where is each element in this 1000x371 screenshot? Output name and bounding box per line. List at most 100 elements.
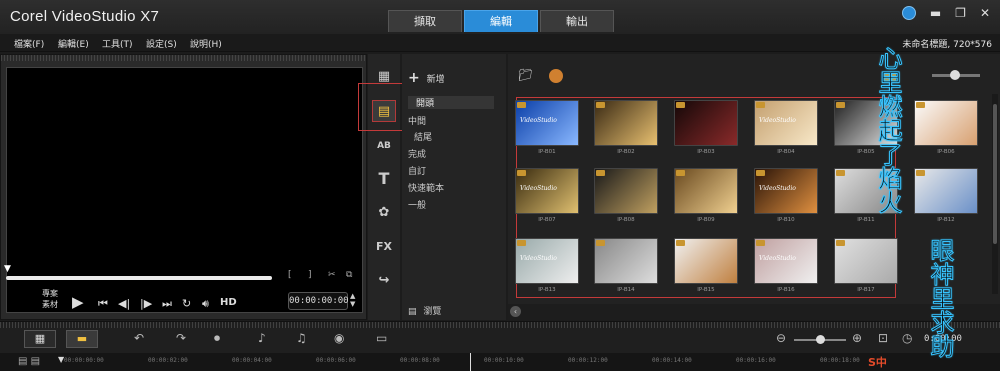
playback-controls: ▶ ⏮ ◀| |▶ ⏭ ↻ 🔊︎ HD 00:00:00:00 ▲ ▼ [0,288,367,316]
mark-in-icon[interactable]: [ [288,270,292,280]
import-icon[interactable] [549,68,564,83]
subtitle-editor-icon[interactable]: ▭ [376,331,387,345]
folder-icon[interactable]: 📁︎ [518,68,533,82]
record-capture-icon[interactable]: ⏺ [214,331,220,346]
hd-toggle[interactable]: HD [220,297,237,308]
category-item[interactable]: 快速範本 [408,181,444,194]
scrubber-handle[interactable]: ▼ [4,264,14,274]
category-item[interactable]: 結尾 [414,130,432,143]
play-icon[interactable]: ▶ [72,293,84,311]
home-icon[interactable]: ⏮ [98,297,108,311]
template-label: IP-B14 [617,287,635,293]
watermark: S中 [868,356,887,369]
storyboard-view-button[interactable]: ▦ [24,330,56,348]
add-category-button[interactable]: + 新增 [408,70,445,86]
menu-edit[interactable]: 編輯(E) [58,37,89,50]
timeline-zoom-slider[interactable] [794,335,846,344]
template-thumbnail[interactable] [594,168,658,214]
collapse-icon[interactable]: ‹ [510,306,521,317]
menu-settings[interactable]: 設定(S) [146,37,177,50]
template-badge-icon [836,102,845,108]
next-frame-icon[interactable]: |▶ [140,297,152,310]
ruler-tick-label: 00:00:00:00 [64,357,104,364]
template-badge-icon [676,240,685,246]
repeat-icon[interactable]: ↻ [182,297,191,310]
thumbnail-title-text: VideoStudio [520,185,557,192]
graphic-icon[interactable]: ✿ [372,202,396,224]
template-badge-icon [836,240,845,246]
tab-capture[interactable]: 擷取 [388,10,462,32]
category-item[interactable]: 開頭 [408,96,494,109]
template-badge-icon [916,102,925,108]
template-thumbnail[interactable] [914,168,978,214]
template-thumbnail[interactable] [674,168,738,214]
time-ruler[interactable]: ▤ ▤ ▼ 00:00:00:00 00:00:02:00 00:00:04:00 0… [0,353,1000,371]
menu-tools[interactable]: 工具(T) [102,37,133,50]
enlarge-preview-icon[interactable]: ⧉ [346,270,352,280]
timeline-toolbar: ▦ ▬ ↶ ↷ ⏺ ♪ ♫ ◉ ▭ ⊖ ⊕ ⊡ ◷ 0:00:00 ▤ ▤ ▼ … [0,321,1000,371]
thumbnail-title-text: VideoStudio [759,185,796,192]
transition-icon[interactable]: AB [372,134,396,156]
thumbnail-size-slider[interactable] [932,70,980,80]
split-clip-icon[interactable]: ✂ [328,270,336,280]
template-thumbnail[interactable]: VideoStudio [754,168,818,214]
fit-project-icon[interactable]: ⊡ [878,331,888,345]
title-icon[interactable]: T [372,168,396,190]
template-label: IP-B09 [697,217,715,223]
tab-share[interactable]: 輸出 [540,10,614,32]
title-bar: Corel VideoStudio X7 擷取 編輯 輸出 ▬ ❐ ✕ [0,0,1000,34]
category-item[interactable]: 一般 [408,198,426,211]
timeline-view-button[interactable]: ▬ [66,330,98,348]
auto-music-icon[interactable]: ♫ [296,331,307,345]
template-label: IP-B12 [937,217,955,223]
close-icon[interactable]: ✕ [980,6,990,20]
ruler-tick-label: 00:00:06:00 [316,357,356,364]
timecode-spinner[interactable]: ▲ ▼ [350,292,355,308]
template-label: IP-B03 [697,149,715,155]
timecode-field[interactable]: 00:00:00:00 [288,292,349,310]
browse-button[interactable]: ▤ 瀏覽 [408,304,441,317]
playhead[interactable] [470,353,471,371]
globe-icon[interactable] [901,6,916,20]
undo-icon[interactable]: ↶ [134,331,144,345]
menu-file[interactable]: 檔案(F) [14,37,44,50]
filter-icon[interactable]: FX [372,236,396,258]
template-thumbnail[interactable]: VideoStudio [754,100,818,146]
minimize-icon[interactable]: ▬ [930,6,941,20]
template-thumbnail[interactable] [674,100,738,146]
template-thumbnail[interactable] [594,100,658,146]
library-scrollbar[interactable] [992,94,998,294]
template-thumbnail[interactable] [594,238,658,284]
category-item[interactable]: 完成 [408,147,426,160]
sound-mixer-icon[interactable]: ♪ [258,331,266,345]
restore-icon[interactable]: ❐ [955,6,966,20]
tab-edit[interactable]: 編輯 [464,10,538,32]
previous-frame-icon[interactable]: ◀| [118,297,130,310]
zoom-out-icon[interactable]: ⊖ [776,331,786,345]
library-toolbar: 📁︎ [518,68,564,83]
instant-project-categories: + 新增 開頭 中間 結尾 完成 自訂 快速範本 一般 ▤ 瀏覽 [402,54,506,320]
path-icon[interactable]: ↪ [372,270,396,292]
volume-icon[interactable]: 🔊︎ [202,297,209,311]
motion-tracking-icon[interactable]: ◉ [334,331,344,345]
mark-out-icon[interactable]: ] [308,270,312,280]
template-thumbnail[interactable]: VideoStudio [754,238,818,284]
template-thumbnail[interactable]: VideoStudio [515,100,579,146]
track-manager-icon[interactable]: ▤ ▤ [18,356,40,367]
category-item[interactable]: 中間 [408,114,426,127]
redo-icon[interactable]: ↷ [176,331,186,345]
menu-help[interactable]: 說明(H) [190,37,222,50]
template-thumbnail[interactable]: VideoStudio [515,238,579,284]
end-icon[interactable]: ⏭ [162,297,172,311]
category-item[interactable]: 自訂 [408,164,426,177]
timeline-grip[interactable] [0,322,1000,328]
template-label: IP-B17 [857,287,875,293]
ruler-tick-label: 00:00:16:00 [736,357,776,364]
template-thumbnail[interactable] [674,238,738,284]
panel-grip[interactable] [1,55,366,61]
template-thumbnail[interactable] [914,100,978,146]
template-thumbnail[interactable]: VideoStudio [515,168,579,214]
duration-icon[interactable]: ◷ [902,331,912,345]
zoom-in-icon[interactable]: ⊕ [852,331,862,345]
scrubber-bar[interactable] [6,276,272,280]
